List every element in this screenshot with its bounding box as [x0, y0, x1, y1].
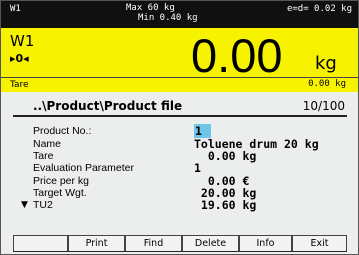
- find-button[interactable]: Find: [125, 235, 182, 252]
- field-label: Evaluation Parameter: [33, 162, 134, 174]
- terminal-screen: W1 Max 60 kg Min 0.40 kg e=d= 0.02 kg W1…: [0, 0, 359, 255]
- weight-display: W1 ▸0◂ 0.00 kg Tare 0.00 kg: [1, 28, 358, 92]
- field-label: Target Wgt.: [33, 187, 87, 199]
- weight-unit: kg: [315, 53, 337, 74]
- display-scale-name: W1: [10, 32, 35, 50]
- field-row-target-weight[interactable]: Target Wgt. 20.00 kg: [1, 186, 358, 200]
- field-label: Price per kg: [33, 175, 90, 187]
- field-row-name[interactable]: Name Toluene drum 20 kg: [1, 137, 358, 151]
- panel-path: ..\Product\Product file: [33, 99, 183, 113]
- field-value: 0.00 kg: [194, 149, 257, 163]
- delete-button[interactable]: Delete: [182, 235, 239, 252]
- field-row-product-no[interactable]: Product No.: 1: [1, 124, 358, 138]
- product-file-panel: ..\Product\Product file 10/100 Product N…: [1, 92, 358, 254]
- field-label: TU2: [33, 199, 53, 211]
- field-row-evaluation-parameter[interactable]: Evaluation Parameter 1: [1, 161, 358, 175]
- product-no-input[interactable]: 1: [194, 124, 211, 138]
- softkey-bar: Print Find Delete Info Exit: [13, 235, 347, 252]
- division-info: e=d= 0.02 kg: [286, 4, 352, 14]
- field-row-tu2[interactable]: ▼ TU2 19.60 kg: [1, 198, 358, 212]
- panel-title-bar: ..\Product\Product file 10/100: [13, 98, 347, 117]
- exit-button[interactable]: Exit: [292, 235, 347, 252]
- field-label: Name: [33, 138, 62, 150]
- print-button[interactable]: Print: [68, 235, 125, 252]
- tare-value: 0.00 kg: [308, 79, 346, 89]
- zero-indicator-icon: ▸0◂: [10, 52, 29, 65]
- field-label: Product No.:: [33, 125, 92, 137]
- info-button[interactable]: Info: [239, 235, 292, 252]
- max-capacity: Max 60 kg: [126, 3, 175, 13]
- tare-label: Tare: [10, 80, 29, 90]
- capacity-info: Max 60 kg Min 0.40 kg: [126, 3, 198, 23]
- softkey-blank[interactable]: [13, 235, 68, 252]
- status-bar: W1 Max 60 kg Min 0.40 kg e=d= 0.02 kg: [1, 1, 358, 28]
- field-row-tare[interactable]: Tare 0.00 kg: [1, 149, 358, 163]
- field-row-price-per-kg[interactable]: Price per kg 0.00 €: [1, 174, 358, 188]
- field-value: 19.60 kg: [194, 198, 257, 212]
- min-capacity: Min 0.40 kg: [138, 13, 198, 23]
- field-label: Tare: [33, 150, 54, 162]
- scroll-down-arrow-icon: ▼: [21, 200, 28, 210]
- field-value: 1: [194, 161, 201, 175]
- tare-bar: Tare 0.00 kg: [1, 77, 358, 92]
- record-counter: 10/100: [302, 99, 345, 113]
- status-scale-name: W1: [10, 4, 21, 14]
